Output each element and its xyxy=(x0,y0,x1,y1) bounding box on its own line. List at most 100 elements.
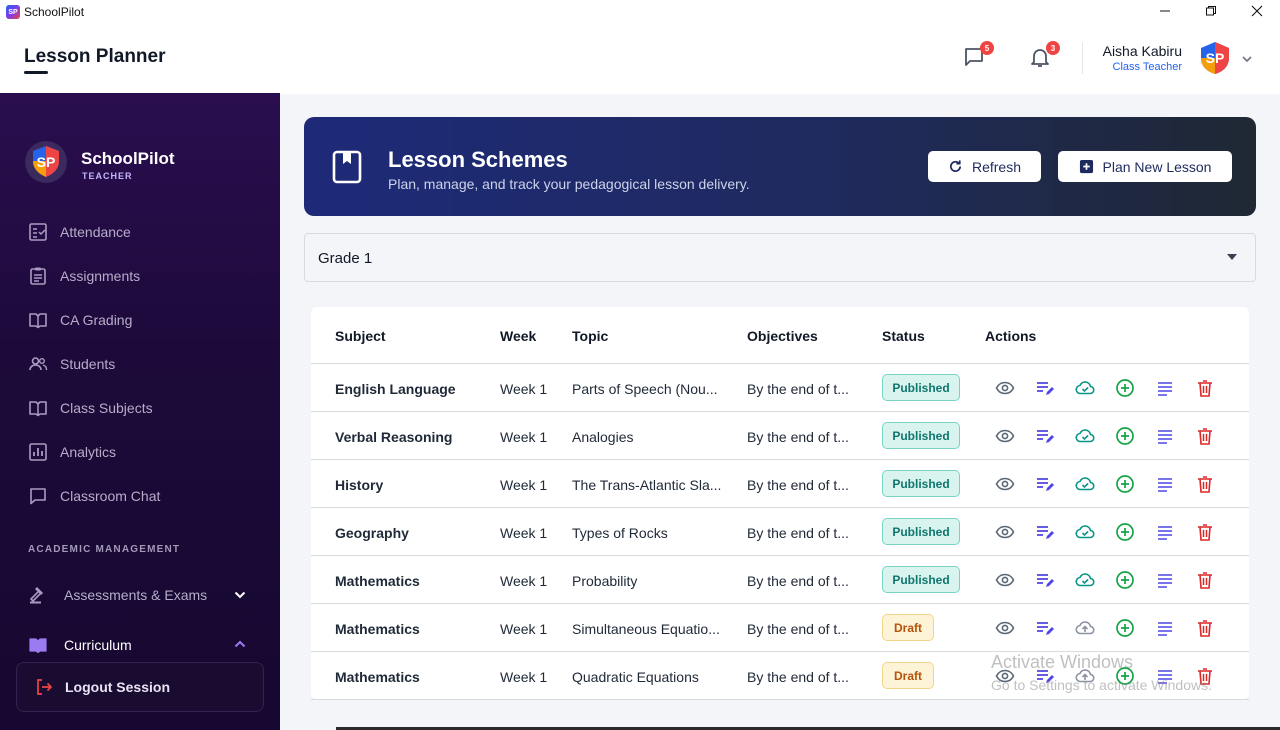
list-icon xyxy=(1155,382,1175,402)
status-badge: Draft xyxy=(882,662,934,689)
sidebar-item-curriculum[interactable]: Curriculum xyxy=(28,633,132,657)
publish-button[interactable] xyxy=(1075,474,1095,494)
table-row: Mathematics Week 1 Probability By the end o… xyxy=(311,556,1249,604)
user-name[interactable]: Aisha Kabiru xyxy=(1103,43,1182,59)
edit-button[interactable] xyxy=(1035,378,1055,398)
publish-button[interactable] xyxy=(1075,426,1095,446)
notifications-button[interactable]: 3 xyxy=(1028,41,1060,71)
add-button[interactable] xyxy=(1115,426,1135,446)
sidebar-brand: SP SchoolPilot TEACHER xyxy=(24,140,175,184)
banner-title: Lesson Schemes xyxy=(388,147,568,172)
cell-topic: The Trans-Atlantic Sla... xyxy=(572,477,722,493)
delete-button[interactable] xyxy=(1195,474,1215,494)
notifications-badge: 3 xyxy=(1046,41,1060,55)
publish-button[interactable] xyxy=(1075,618,1095,638)
delete-button[interactable] xyxy=(1195,378,1215,398)
sidebar-item-students[interactable]: Students xyxy=(28,352,115,376)
publish-button[interactable] xyxy=(1075,522,1095,542)
status-badge: Published xyxy=(882,422,960,449)
maximize-button[interactable] xyxy=(1188,0,1234,22)
details-button[interactable] xyxy=(1155,474,1175,494)
view-button[interactable] xyxy=(995,618,1015,638)
view-button[interactable] xyxy=(995,426,1015,446)
table-row: Geography Week 1 Types of Rocks By the end … xyxy=(311,508,1249,556)
edit-note-icon xyxy=(1035,382,1055,402)
publish-button[interactable] xyxy=(1075,378,1095,398)
chevron-up-icon[interactable] xyxy=(233,637,247,651)
svg-text:SP: SP xyxy=(37,154,56,170)
header-topic: Topic xyxy=(572,328,609,344)
delete-button[interactable] xyxy=(1195,426,1215,446)
cell-subject: History xyxy=(335,477,384,493)
view-button[interactable] xyxy=(995,522,1015,542)
edit-button[interactable] xyxy=(1035,618,1055,638)
close-button[interactable] xyxy=(1234,0,1280,22)
edit-button[interactable] xyxy=(1035,522,1055,542)
details-button[interactable] xyxy=(1155,570,1175,590)
gavel-icon xyxy=(29,587,43,604)
minimize-button[interactable] xyxy=(1142,0,1188,22)
trash-icon xyxy=(1195,524,1215,546)
status-badge: Published xyxy=(882,566,960,593)
sidebar-item-class-subjects[interactable]: Class Subjects xyxy=(28,396,153,420)
add-button[interactable] xyxy=(1115,570,1135,590)
edit-button[interactable] xyxy=(1035,426,1055,446)
cell-subject: Mathematics xyxy=(335,621,420,637)
status-badge: Published xyxy=(882,374,960,401)
sidebar: SP SchoolPilot TEACHER Attendance Assign… xyxy=(0,93,280,730)
logout-button[interactable]: Logout Session xyxy=(16,662,264,712)
sidebar-item-label: CA Grading xyxy=(60,312,133,328)
sidebar-item-ca-grading[interactable]: CA Grading xyxy=(28,308,132,332)
cell-week: Week 1 xyxy=(500,669,548,685)
avatar[interactable]: SP xyxy=(1197,40,1233,76)
trash-icon xyxy=(1195,620,1215,642)
refresh-button[interactable]: Refresh xyxy=(928,151,1041,182)
delete-button[interactable] xyxy=(1195,570,1215,590)
cell-topic: Quadratic Equations xyxy=(572,669,699,685)
details-button[interactable] xyxy=(1155,378,1175,398)
details-button[interactable] xyxy=(1155,426,1175,446)
add-circle-icon xyxy=(1115,523,1135,546)
sidebar-item-assignments[interactable]: Assignments xyxy=(28,264,140,288)
user-role: Class Teacher xyxy=(1112,61,1183,73)
logout-label: Logout Session xyxy=(65,679,170,695)
grade-select[interactable]: Grade 1 xyxy=(304,233,1256,282)
add-button[interactable] xyxy=(1115,378,1135,398)
trash-icon xyxy=(1195,380,1215,402)
plan-new-lesson-label: Plan New Lesson xyxy=(1102,158,1212,175)
sidebar-item-label: Attendance xyxy=(60,224,131,240)
app-header: Lesson Planner 5 3 Aisha Kabiru Class Te… xyxy=(0,24,1280,94)
delete-button[interactable] xyxy=(1195,522,1215,542)
lesson-schemes-banner: Lesson Schemes Plan, manage, and track y… xyxy=(304,117,1256,216)
chevron-down-icon[interactable] xyxy=(233,588,247,602)
sidebar-item-assessments-exams[interactable]: Assessments & Exams xyxy=(28,583,207,607)
sidebar-item-attendance[interactable]: Attendance xyxy=(28,220,131,244)
delete-button[interactable] xyxy=(1195,618,1215,638)
table-row: Verbal Reasoning Week 1 Analogies By the en… xyxy=(311,412,1249,460)
view-button[interactable] xyxy=(995,378,1015,398)
publish-button[interactable] xyxy=(1075,570,1095,590)
cell-week: Week 1 xyxy=(500,381,548,397)
banner-subtitle: Plan, manage, and track your pedagogical… xyxy=(388,176,750,192)
add-button[interactable] xyxy=(1115,618,1135,638)
grade-select-value: Grade 1 xyxy=(318,250,373,267)
edit-button[interactable] xyxy=(1035,570,1055,590)
plan-new-lesson-button[interactable]: Plan New Lesson xyxy=(1058,151,1232,182)
view-button[interactable] xyxy=(995,474,1015,494)
svg-text:SP: SP xyxy=(1206,50,1225,66)
sidebar-item-analytics[interactable]: Analytics xyxy=(28,440,116,464)
attendance-icon xyxy=(29,223,47,241)
edit-button[interactable] xyxy=(1035,474,1055,494)
details-button[interactable] xyxy=(1155,522,1175,542)
logout-icon xyxy=(37,679,53,695)
details-button[interactable] xyxy=(1155,618,1175,638)
add-button[interactable] xyxy=(1115,474,1135,494)
sidebar-item-classroom-chat[interactable]: Classroom Chat xyxy=(28,484,160,508)
dropdown-caret-icon xyxy=(1227,254,1237,260)
view-button[interactable] xyxy=(995,570,1015,590)
cell-week: Week 1 xyxy=(500,525,548,541)
messages-button[interactable]: 5 xyxy=(962,41,994,71)
section-title-academic-management: ACADEMIC MANAGEMENT xyxy=(28,544,181,555)
chevron-down-icon[interactable] xyxy=(1240,52,1254,66)
add-button[interactable] xyxy=(1115,522,1135,542)
